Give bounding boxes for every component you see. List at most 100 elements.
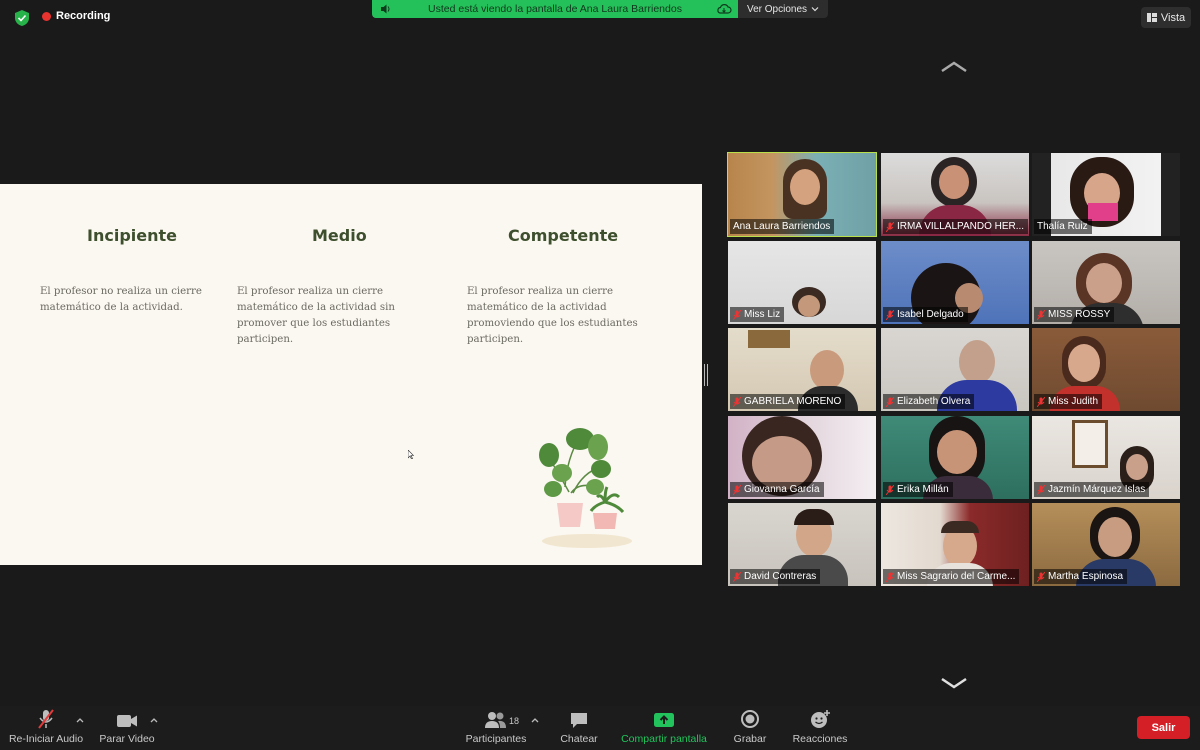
participant-name: IRMA VILLALPANDO HER...	[897, 221, 1025, 232]
mic-muted-icon	[733, 396, 741, 407]
mic-muted-icon	[1037, 484, 1045, 495]
participant-name: David Contreras	[744, 571, 817, 582]
view-button-label: Vista	[1160, 11, 1186, 24]
recording-indicator[interactable]: Recording	[42, 10, 110, 22]
view-options-label: Ver Opciones	[746, 3, 808, 15]
view-options-button[interactable]: Ver Opciones	[738, 0, 828, 18]
mic-muted-icon	[886, 571, 894, 582]
mic-muted-icon	[886, 484, 894, 495]
participant-tile[interactable]: Miss Sagrario del Carme...	[881, 503, 1029, 586]
column-text-incipiente: El profesor no realiza un cierre matemát…	[40, 286, 202, 313]
share-banner-text: Usted está viendo la pantalla de Ana Lau…	[428, 3, 682, 15]
participant-name: Miss Judith	[1048, 396, 1099, 407]
participant-name: Isabel Delgado	[897, 309, 964, 320]
participant-tile[interactable]: IRMA VILLALPANDO HER...	[881, 153, 1029, 236]
participants-icon	[485, 712, 506, 728]
participant-name-tag: Miss Judith	[1034, 394, 1103, 409]
participant-name-tag: Isabel Delgado	[883, 307, 968, 322]
participant-name-tag: David Contreras	[730, 569, 821, 584]
participant-tile[interactable]: Miss Liz	[728, 241, 876, 324]
participant-name-tag: IRMA VILLALPANDO HER...	[883, 219, 1028, 234]
participants-button[interactable]: Participantes	[462, 706, 530, 750]
participant-name-tag: Elizabeth Olvera	[883, 394, 975, 409]
participant-name-tag: GABRIELA MORENO	[730, 394, 846, 409]
participant-name-tag: Thalía Ruiz	[1034, 219, 1092, 234]
mic-muted-icon	[1037, 571, 1045, 582]
column-text-medio: El profesor realiza un cierre matemático…	[237, 286, 395, 345]
participant-tile[interactable]: Ana Laura Barriendos	[727, 152, 877, 237]
participant-name-tag: Erika Millán	[883, 482, 953, 497]
participant-name: Martha Espinosa	[1048, 571, 1124, 582]
participant-tile[interactable]: MISS ROSSY	[1032, 241, 1180, 324]
recording-dot-icon	[42, 11, 51, 21]
reactions-button[interactable]: Reacciones	[788, 706, 852, 750]
meeting-toolbar: Re-Iniciar Audio Parar Video Participant…	[0, 706, 1200, 750]
mic-muted-icon	[733, 571, 741, 582]
participants-label: Participantes	[465, 733, 527, 745]
participant-name: Miss Sagrario del Carme...	[897, 571, 1016, 582]
plant-illustration	[539, 428, 632, 548]
participant-name: Elizabeth Olvera	[897, 396, 971, 407]
participant-tile[interactable]: Erika Millán	[881, 416, 1029, 499]
share-screen-button[interactable]: Compartir pantalla	[616, 706, 712, 750]
mic-muted-icon	[38, 709, 54, 729]
participant-tile[interactable]: Martha Espinosa	[1032, 503, 1180, 586]
screen-share-banner: Usted está viendo la pantalla de Ana Lau…	[372, 0, 738, 18]
participant-name-tag: Martha Espinosa	[1034, 569, 1128, 584]
mic-muted-icon	[886, 309, 894, 320]
participant-tile[interactable]: Thalía Ruiz	[1032, 153, 1180, 236]
participant-name-tag: Jazmín Márquez Islas	[1034, 482, 1150, 497]
column-title-incipiente: Incipiente	[87, 226, 177, 245]
exit-meeting-button[interactable]: Salir	[1137, 716, 1190, 739]
chat-button[interactable]: Chatear	[554, 706, 604, 750]
participant-name-tag: Miss Sagrario del Carme...	[883, 569, 1020, 584]
recording-label: Recording	[56, 10, 111, 22]
mic-muted-icon	[733, 309, 741, 320]
mic-muted-icon	[886, 221, 894, 232]
zoom-meeting-window: Recording Usted está viendo la pantalla …	[0, 0, 1200, 750]
participant-name-tag: Giovanna García	[730, 482, 824, 497]
video-button[interactable]: Parar Video	[96, 706, 158, 750]
participant-name-tag: MISS ROSSY	[1034, 307, 1115, 322]
participant-tile[interactable]: David Contreras	[728, 503, 876, 586]
participant-name: Miss Liz	[744, 309, 781, 320]
chevron-up-icon[interactable]	[150, 717, 158, 723]
participant-name: Giovanna García	[744, 484, 820, 495]
participant-tile[interactable]: Isabel Delgado	[881, 241, 1029, 324]
participant-tile[interactable]: Jazmín Márquez Islas	[1032, 416, 1180, 499]
participant-name: GABRIELA MORENO	[744, 396, 842, 407]
participant-name: Thalía Ruiz	[1037, 221, 1088, 232]
share-screen-label: Compartir pantalla	[621, 733, 707, 745]
grid-view-icon	[1146, 13, 1157, 22]
participant-tile[interactable]: Miss Judith	[1032, 328, 1180, 411]
chevron-down-icon	[811, 7, 819, 12]
column-title-medio: Medio	[312, 226, 367, 245]
chat-bubble-icon	[571, 713, 587, 728]
participant-name: Jazmín Márquez Islas	[1048, 484, 1146, 495]
participants-count: 18	[509, 716, 520, 726]
chevron-up-icon[interactable]	[939, 60, 969, 74]
audio-button[interactable]: Re-Iniciar Audio	[8, 706, 84, 750]
participant-tile[interactable]: Elizabeth Olvera	[881, 328, 1029, 411]
view-button[interactable]: Vista	[1141, 7, 1191, 28]
record-button[interactable]: Grabar	[727, 706, 773, 750]
mic-muted-icon	[886, 396, 894, 407]
shared-screen-slide: Incipiente Medio Competente El profesor …	[0, 184, 702, 565]
share-screen-icon	[654, 713, 674, 727]
mic-muted-icon	[1037, 309, 1045, 320]
participant-tile[interactable]: GABRIELA MORENO	[728, 328, 876, 411]
shield-icon[interactable]	[13, 9, 31, 27]
video-camera-icon	[117, 715, 137, 727]
chat-label: Chatear	[560, 733, 598, 745]
audio-label: Re-Iniciar Audio	[8, 733, 84, 745]
record-label: Grabar	[733, 733, 767, 745]
participant-name: Ana Laura Barriendos	[733, 221, 831, 232]
mic-muted-icon	[733, 484, 741, 495]
participant-name-tag: Ana Laura Barriendos	[730, 219, 835, 234]
panel-resize-handle[interactable]	[704, 364, 708, 386]
chevron-up-icon[interactable]	[531, 717, 539, 723]
participant-tile[interactable]: Giovanna García	[728, 416, 876, 499]
chevron-down-icon[interactable]	[939, 676, 969, 690]
chevron-up-icon[interactable]	[76, 717, 84, 723]
participant-name: Erika Millán	[897, 484, 949, 495]
